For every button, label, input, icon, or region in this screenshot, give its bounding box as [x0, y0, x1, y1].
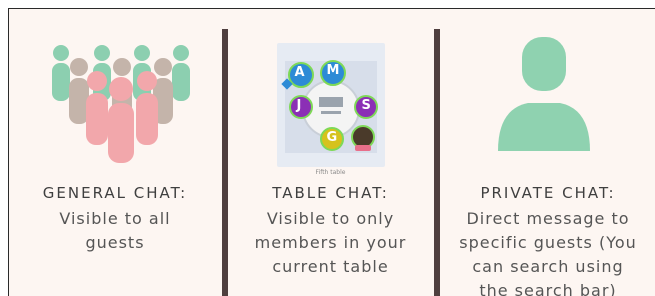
private-chat-description: Direct message to specific guests (You c… [459, 209, 637, 296]
general-chat-description: Visible to all guests [59, 209, 171, 252]
seat-letter-a: A [294, 65, 305, 80]
table-chat-column: A M J S G Fifth table TABLE CHAT: Visibl… [228, 9, 433, 296]
chat-types-panel: GENERAL CHAT: Visible to all guests A M … [8, 8, 655, 296]
seat-letter-s: S [361, 98, 371, 113]
seat-letter-m: M [326, 63, 340, 78]
table-seating-image: A M J S G Fifth table [228, 23, 433, 176]
private-chat-column: PRIVATE CHAT: Direct message to specific… [440, 9, 655, 296]
private-chat-title: PRIVATE CHAT: [480, 184, 616, 202]
general-chat-column: GENERAL CHAT: Visible to all guests [9, 9, 221, 296]
table-chat-title: TABLE CHAT: [272, 184, 389, 202]
seat-letter-g: G [326, 130, 338, 145]
general-chat-title: GENERAL CHAT: [42, 184, 188, 202]
person-avatar-icon [440, 23, 655, 163]
seat-letter-j: J [296, 98, 302, 113]
table-chat-description: Visible to only members in your current … [254, 209, 407, 276]
group-people-icon [9, 23, 221, 163]
table-caption: Fifth table [315, 169, 346, 176]
table-preview: A M J S G Fifth table [276, 43, 385, 176]
